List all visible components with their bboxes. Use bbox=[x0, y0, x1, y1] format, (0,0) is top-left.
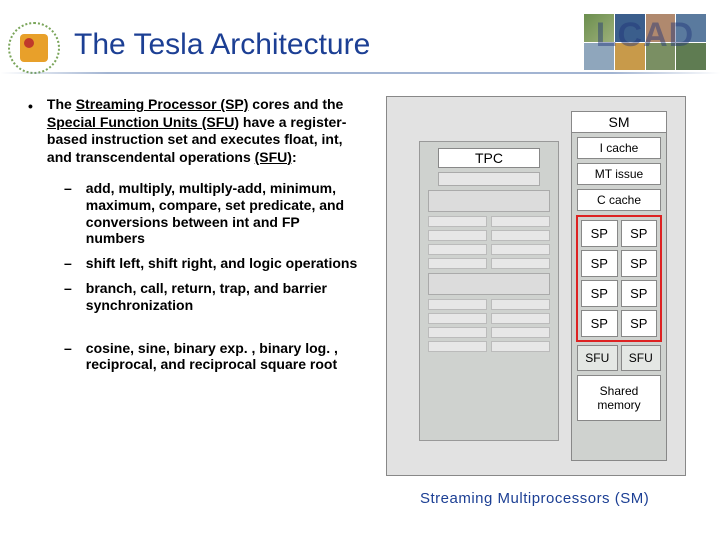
main-bullet-text: The Streaming Processor (SP) cores and t… bbox=[47, 96, 358, 166]
sfu-row: SFU SFU bbox=[577, 345, 661, 371]
sub-bullet-text: cosine, sine, binary exp. , binary log. … bbox=[86, 340, 358, 374]
sm-block: SM I cache MT issue C cache SP SP SP SP … bbox=[571, 111, 667, 461]
text-column: • The Streaming Processor (SP) cores and… bbox=[28, 96, 358, 381]
sp-cell: SP bbox=[581, 280, 618, 307]
tpc-block: TPC bbox=[419, 141, 559, 441]
tpc-label: TPC bbox=[438, 148, 540, 168]
dash-icon: – bbox=[64, 180, 72, 247]
diagram-caption: Streaming Multiprocessors (SM) bbox=[420, 490, 649, 507]
mtissue-segment: MT issue bbox=[577, 163, 661, 185]
page-title: The Tesla Architecture bbox=[74, 28, 370, 62]
sub-bullet: –add, multiply, multiply-add, minimum, m… bbox=[64, 180, 358, 247]
sp-cell: SP bbox=[621, 280, 658, 307]
icache-segment: I cache bbox=[577, 137, 661, 159]
sp-cell: SP bbox=[581, 310, 618, 337]
sm-label: SM bbox=[572, 112, 666, 133]
shared-memory-segment: Shared memory bbox=[577, 375, 661, 421]
dash-icon: – bbox=[64, 280, 72, 314]
sub-bullet: –shift left, shift right, and logic oper… bbox=[64, 255, 358, 272]
sub-bullet: –cosine, sine, binary exp. , binary log.… bbox=[64, 340, 358, 374]
sub-bullet: –branch, call, return, trap, and barrier… bbox=[64, 280, 358, 314]
sfu-cell: SFU bbox=[577, 345, 618, 371]
sub-bullet-text: add, multiply, multiply-add, minimum, ma… bbox=[86, 180, 358, 247]
sp-cell: SP bbox=[581, 250, 618, 277]
sp-cell: SP bbox=[621, 310, 658, 337]
main-bullet: • The Streaming Processor (SP) cores and… bbox=[28, 96, 358, 166]
sp-cell: SP bbox=[581, 220, 618, 247]
sub-bullet-text: branch, call, return, trap, and barrier … bbox=[86, 280, 358, 314]
sp-cell: SP bbox=[621, 220, 658, 247]
sub-bullet-text: shift left, shift right, and logic opera… bbox=[86, 255, 357, 272]
sfu-sublist: –cosine, sine, binary exp. , binary log.… bbox=[64, 340, 358, 374]
dash-icon: – bbox=[64, 340, 72, 374]
corner-thumbnail-grid: LCAD bbox=[584, 14, 706, 70]
bullet-icon: • bbox=[28, 98, 33, 166]
sp-grid-highlight: SP SP SP SP SP SP SP SP bbox=[576, 215, 662, 342]
header-divider bbox=[0, 72, 720, 74]
ccache-segment: C cache bbox=[577, 189, 661, 211]
dash-icon: – bbox=[64, 255, 72, 272]
sfu-cell: SFU bbox=[621, 345, 662, 371]
institution-seal-icon bbox=[8, 22, 60, 74]
operation-sublist: –add, multiply, multiply-add, minimum, m… bbox=[64, 180, 358, 314]
architecture-diagram: TPC SM I cache MT issue C cache SP bbox=[386, 96, 686, 476]
sp-cell: SP bbox=[621, 250, 658, 277]
